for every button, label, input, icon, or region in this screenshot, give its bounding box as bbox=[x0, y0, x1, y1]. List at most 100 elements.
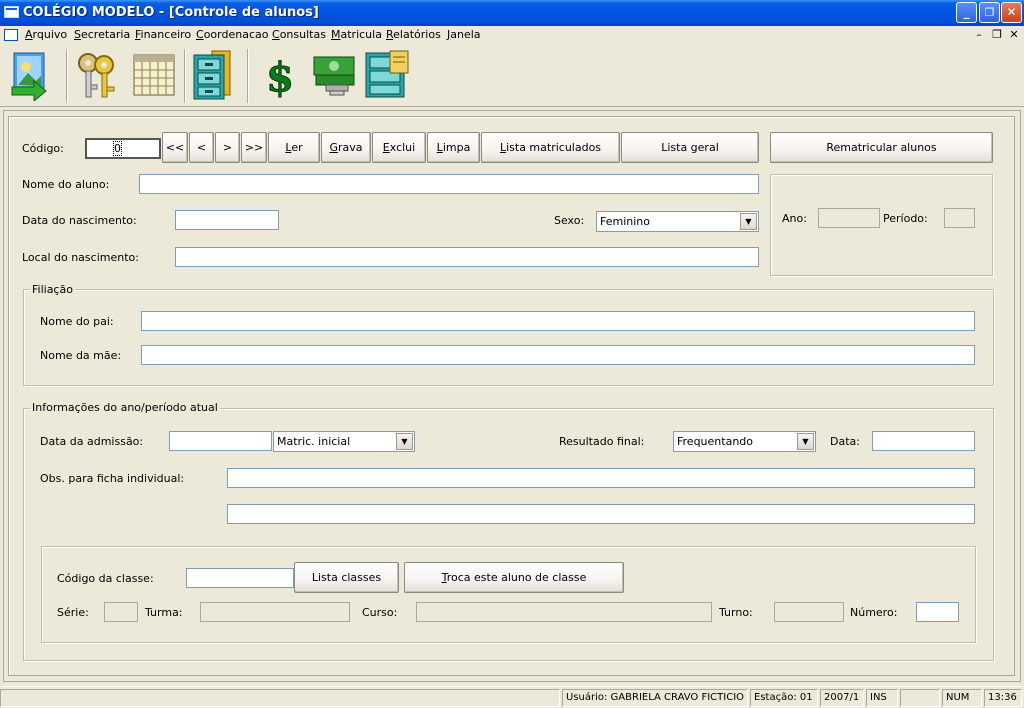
mdi-restore-button[interactable]: ❐ bbox=[990, 28, 1004, 42]
window-title: COLÉGIO MODELO - [Controle de alunos] bbox=[23, 5, 319, 20]
next-record-button[interactable]: > bbox=[215, 132, 240, 163]
lista-matriculados-label: Lista matriculados bbox=[499, 141, 602, 154]
obs-line1-input[interactable] bbox=[227, 468, 975, 488]
sexo-select[interactable]: Feminino ▼ bbox=[596, 211, 759, 232]
lista-matriculados-button[interactable]: Lista matriculados bbox=[481, 132, 620, 163]
codigo-input[interactable]: 0 bbox=[85, 138, 161, 159]
obs-line2-input[interactable] bbox=[227, 504, 975, 524]
lista-classes-button[interactable]: Lista classes bbox=[294, 562, 399, 593]
svg-text:$: $ bbox=[266, 54, 294, 101]
codigo-classe-label: Código da classe: bbox=[57, 572, 154, 585]
codigo-classe-input[interactable] bbox=[186, 568, 294, 588]
mae-input[interactable] bbox=[141, 345, 975, 365]
admissao-label: Data da admissão: bbox=[40, 435, 144, 448]
classe-group bbox=[41, 546, 976, 643]
tipo-matricula-select[interactable]: Matric. inicial ▼ bbox=[273, 431, 415, 452]
app-icon[interactable] bbox=[4, 6, 19, 18]
status-bar: Usuário: GABRIELA CRAVO FICTICIO Estação… bbox=[0, 686, 1024, 708]
lista-geral-button[interactable]: Lista geral bbox=[621, 132, 759, 163]
curso-label: Curso: bbox=[362, 606, 398, 619]
filiacao-title: Filiação bbox=[30, 283, 75, 296]
rematricular-button[interactable]: Rematricular alunos bbox=[770, 132, 993, 163]
menu-arquivo[interactable]: Arquivo bbox=[25, 28, 67, 41]
mdi-minimize-button[interactable]: – bbox=[972, 28, 986, 42]
pai-input[interactable] bbox=[141, 311, 975, 331]
menu-coordenacao[interactable]: Coordenacao bbox=[196, 28, 268, 41]
toolbar: $ bbox=[0, 45, 1024, 107]
status-panel-empty bbox=[0, 689, 560, 707]
admissao-input[interactable] bbox=[169, 431, 272, 451]
resultado-label: Resultado final: bbox=[559, 435, 645, 448]
menu-matricula[interactable]: Matricula bbox=[331, 28, 382, 41]
turma-field bbox=[200, 602, 350, 622]
resultado-select[interactable]: Frequentando ▼ bbox=[673, 431, 816, 452]
nome-aluno-label: Nome do aluno: bbox=[22, 178, 110, 191]
turma-label: Turma: bbox=[145, 606, 183, 619]
status-ins: INS bbox=[866, 689, 898, 707]
exclui-label: Exclui bbox=[382, 141, 416, 154]
data-nascimento-input[interactable] bbox=[175, 210, 279, 230]
menu-financeiro[interactable]: Financeiro bbox=[135, 28, 191, 41]
dollar-icon[interactable]: $ bbox=[254, 49, 306, 102]
status-blank bbox=[900, 689, 940, 707]
file-cabinet-open-icon[interactable] bbox=[362, 49, 414, 101]
limpa-label: Limpa bbox=[436, 141, 471, 154]
money-cash-icon[interactable] bbox=[308, 49, 360, 101]
limpa-button[interactable]: Limpa bbox=[427, 132, 480, 163]
document-icon[interactable] bbox=[4, 29, 18, 41]
codigo-value: 0 bbox=[113, 141, 122, 156]
maximize-button[interactable]: ❐ bbox=[979, 2, 1000, 23]
menu-bar: Arquivo Secretaria Financeiro Coordenaca… bbox=[0, 26, 1024, 45]
toolbar-separator bbox=[184, 49, 186, 103]
local-nascimento-input[interactable] bbox=[175, 247, 759, 267]
mdi-close-button[interactable]: ✕ bbox=[1007, 28, 1021, 42]
serie-field bbox=[104, 602, 138, 622]
title-bar[interactable]: COLÉGIO MODELO - [Controle de alunos] _ … bbox=[0, 0, 1024, 26]
ler-button[interactable]: Ler bbox=[268, 132, 320, 163]
status-num: NUM bbox=[942, 689, 982, 707]
periodo-field bbox=[944, 208, 975, 228]
ano-field bbox=[818, 208, 880, 228]
toolbar-separator bbox=[66, 49, 68, 103]
troca-classe-button[interactable]: Troca este aluno de classe bbox=[404, 562, 624, 593]
calendar-icon[interactable] bbox=[128, 49, 180, 101]
troca-classe-label: Troca este aluno de classe bbox=[441, 571, 587, 584]
mae-label: Nome da mãe: bbox=[40, 349, 122, 362]
serie-label: Série: bbox=[57, 606, 89, 619]
obs-label: Obs. para ficha individual: bbox=[40, 472, 185, 485]
last-record-button[interactable]: >> bbox=[241, 132, 267, 163]
prev-record-button[interactable]: < bbox=[189, 132, 214, 163]
first-record-button[interactable]: << bbox=[162, 132, 188, 163]
numero-input[interactable] bbox=[916, 602, 959, 622]
lista-geral-label: Lista geral bbox=[661, 141, 719, 154]
periodo-label: Período: bbox=[883, 212, 928, 225]
exclui-button[interactable]: Exclui bbox=[372, 132, 426, 163]
nome-aluno-input[interactable] bbox=[139, 174, 759, 194]
keys-icon[interactable] bbox=[74, 49, 126, 101]
menu-relatorios[interactable]: Relatórios bbox=[386, 28, 441, 41]
chevron-down-icon[interactable]: ▼ bbox=[740, 213, 757, 230]
menu-janela[interactable]: Janela bbox=[447, 28, 481, 41]
turno-label: Turno: bbox=[719, 606, 753, 619]
data-input[interactable] bbox=[872, 431, 975, 451]
filing-cabinet-icon[interactable] bbox=[190, 49, 242, 101]
informacoes-title: Informações do ano/período atual bbox=[30, 401, 220, 414]
sexo-value: Feminino bbox=[600, 215, 650, 228]
minimize-button[interactable]: _ bbox=[956, 2, 977, 23]
filiacao-group bbox=[23, 289, 994, 386]
curso-field bbox=[416, 602, 712, 622]
grava-button[interactable]: Grava bbox=[321, 132, 371, 163]
pai-label: Nome do pai: bbox=[40, 315, 114, 328]
grava-label: Grava bbox=[329, 141, 363, 154]
sexo-label: Sexo: bbox=[554, 214, 585, 227]
chevron-down-icon[interactable]: ▼ bbox=[797, 433, 814, 450]
menu-consultas[interactable]: Consultas bbox=[272, 28, 326, 41]
status-periodo: 2007/1 bbox=[820, 689, 864, 707]
chevron-down-icon[interactable]: ▼ bbox=[396, 433, 413, 450]
exit-door-icon[interactable] bbox=[8, 49, 60, 103]
status-usuario: Usuário: GABRIELA CRAVO FICTICIO bbox=[562, 689, 748, 707]
resultado-value: Frequentando bbox=[677, 435, 754, 448]
menu-secretaria[interactable]: Secretaria bbox=[74, 28, 130, 41]
close-button[interactable]: ✕ bbox=[1001, 2, 1022, 23]
ler-label: Ler bbox=[285, 141, 303, 154]
